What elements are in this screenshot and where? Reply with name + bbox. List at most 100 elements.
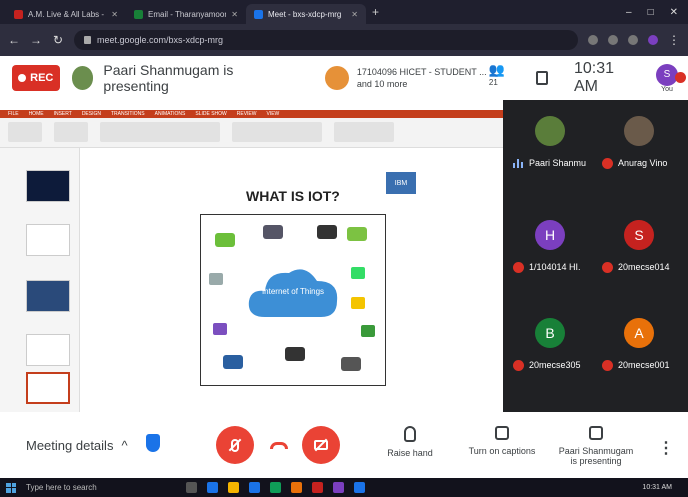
meeting-details-button[interactable]: Meeting details ^	[26, 438, 128, 453]
maximize-button[interactable]: □	[648, 7, 654, 18]
meet-top-bar: REC Paari Shanmugam is presenting 171040…	[0, 56, 688, 100]
os-taskbar: Type here to search 10:31 AM	[0, 478, 688, 497]
close-tab-icon[interactable]: ✕	[111, 10, 118, 19]
puzzle-icon[interactable]	[628, 35, 638, 45]
star-icon[interactable]	[608, 35, 618, 45]
browser-toolbar: ← → ↻ meet.google.com/bxs-xdcp-mrg ⋮	[0, 24, 688, 56]
new-tab-button[interactable]: +	[372, 5, 379, 19]
record-dot-icon	[18, 74, 27, 82]
participant-tile[interactable]: Anurag Vino	[596, 106, 684, 176]
people-count: 21	[488, 78, 498, 88]
tab-label: A.M. Live & All Labs - Notes	[28, 9, 106, 19]
participant-tile[interactable]: B 20mecse305	[507, 308, 595, 378]
mic-off-icon	[602, 158, 613, 169]
slide-thumbnails	[0, 148, 80, 412]
ppt-tab: INSERT	[53, 111, 72, 117]
participant-tile[interactable]: Paari Shanmu	[507, 106, 595, 176]
app-icon[interactable]	[291, 482, 302, 493]
address-bar[interactable]: meet.google.com/bxs-xdcp-mrg	[74, 30, 578, 50]
participant-avatar	[624, 116, 654, 146]
browser-menu-icon[interactable]: ⋮	[668, 33, 680, 47]
participant-name: 20mecse305	[529, 360, 581, 370]
lock-icon	[84, 36, 91, 44]
minimize-button[interactable]: –	[626, 7, 632, 18]
browser-tab-active[interactable]: Meet - bxs-xdcp-mrg ✕	[246, 4, 366, 24]
close-tab-icon[interactable]: ✕	[351, 10, 358, 19]
participant-grid: Paari Shanmu Anurag Vino H 1/104014 HI. …	[503, 100, 688, 412]
device-icon	[317, 225, 337, 239]
participant-tile[interactable]: S 20mecse014	[596, 210, 684, 280]
device-icon	[361, 325, 375, 337]
mic-off-icon	[513, 360, 524, 371]
store-icon[interactable]	[249, 482, 260, 493]
meet-top-right: 👥21 10:31 AM S You	[488, 56, 688, 100]
app-icon[interactable]	[333, 482, 344, 493]
tab-label: Meet - bxs-xdcp-mrg	[268, 9, 342, 19]
car-icon	[223, 355, 243, 369]
participant-tile[interactable]: A 20mecse001	[596, 308, 684, 378]
participant-name: Anurag Vino	[618, 158, 668, 168]
profile-icon[interactable]	[648, 35, 658, 45]
ppt-tab: FILE	[8, 111, 19, 117]
presenter-info: Paari Shanmugam is presenting	[71, 62, 285, 94]
ppt-tab: HOME	[28, 111, 44, 117]
browser-tab[interactable]: A.M. Live & All Labs - Notes ✕	[6, 4, 126, 24]
camera-extension-icon[interactable]	[588, 35, 598, 45]
ribbon-group	[100, 122, 220, 142]
shield-icon[interactable]	[146, 434, 160, 452]
participant-avatar: S	[624, 220, 654, 250]
task-view-icon[interactable]	[186, 482, 197, 493]
slide-thumbnail	[26, 334, 70, 366]
camera-toggle-button[interactable]	[302, 426, 340, 464]
browser-tab[interactable]: Email - Tharanyamoorthi - ✕	[126, 4, 246, 24]
people-icon: 👥	[488, 62, 506, 78]
tab-favicon-icon	[134, 9, 143, 19]
ppt-tab: SLIDE SHOW	[195, 111, 227, 117]
participant-tile[interactable]: H 1/104014 HI.	[507, 210, 595, 280]
rec-label: REC	[30, 72, 54, 84]
ppt-ribbon	[0, 118, 503, 148]
ribbon-group	[8, 122, 42, 142]
tab-label: Email - Tharanyamoorthi -	[148, 9, 226, 19]
meeting-clock: 10:31 AM	[573, 60, 615, 95]
speaking-icon	[513, 159, 524, 168]
people-button[interactable]: 👥21	[489, 62, 510, 93]
close-window-button[interactable]: ✕	[670, 7, 678, 18]
presenting-button[interactable]: Paari Shanmugam is presenting	[558, 426, 634, 466]
extension-icons: ⋮	[588, 33, 680, 47]
captions-button[interactable]: Turn on captions	[466, 426, 538, 456]
mail-icon[interactable]	[270, 482, 281, 493]
system-tray[interactable]: 10:31 AM	[642, 484, 688, 492]
participant-summary[interactable]: 17104096 HICET - STUDENT ... and 10 more	[324, 66, 489, 90]
device-icon	[215, 233, 235, 247]
chat-icon[interactable]	[535, 71, 548, 85]
reload-icon[interactable]: ↻	[52, 33, 64, 47]
ppt-tab: REVIEW	[236, 111, 257, 117]
tab-favicon-icon	[14, 9, 23, 19]
captions-icon	[495, 426, 509, 440]
chrome-icon[interactable]	[312, 482, 323, 493]
participant-summary-text: 17104096 HICET - STUDENT ... and 10 more	[356, 67, 487, 89]
presenting-label: Paari Shanmugam is presenting	[558, 446, 634, 466]
more-options-icon[interactable]: ⋮	[658, 438, 674, 458]
mic-toggle-button[interactable]	[216, 426, 254, 464]
meeting-details-label: Meeting details	[26, 438, 114, 453]
device-icon	[351, 267, 365, 279]
app-icon[interactable]	[354, 482, 365, 493]
window-controls: – □ ✕	[626, 7, 688, 18]
back-icon[interactable]: ←	[8, 33, 20, 47]
participant-name: 20mecse001	[618, 360, 670, 370]
windows-start-icon[interactable]	[6, 482, 16, 493]
edge-icon[interactable]	[207, 482, 218, 493]
forward-icon[interactable]: →	[30, 33, 42, 47]
cloud-label: Internet of Things	[261, 287, 325, 296]
leave-call-button[interactable]	[260, 426, 298, 464]
raise-hand-button[interactable]: Raise hand	[384, 426, 436, 458]
close-tab-icon[interactable]: ✕	[231, 10, 238, 19]
file-explorer-icon[interactable]	[228, 482, 239, 493]
present-screen-icon	[589, 426, 603, 440]
self-view[interactable]: S You	[655, 63, 686, 93]
taskbar-search[interactable]: Type here to search	[26, 483, 176, 492]
mic-off-icon	[513, 262, 524, 273]
participant-avatar: A	[624, 318, 654, 348]
